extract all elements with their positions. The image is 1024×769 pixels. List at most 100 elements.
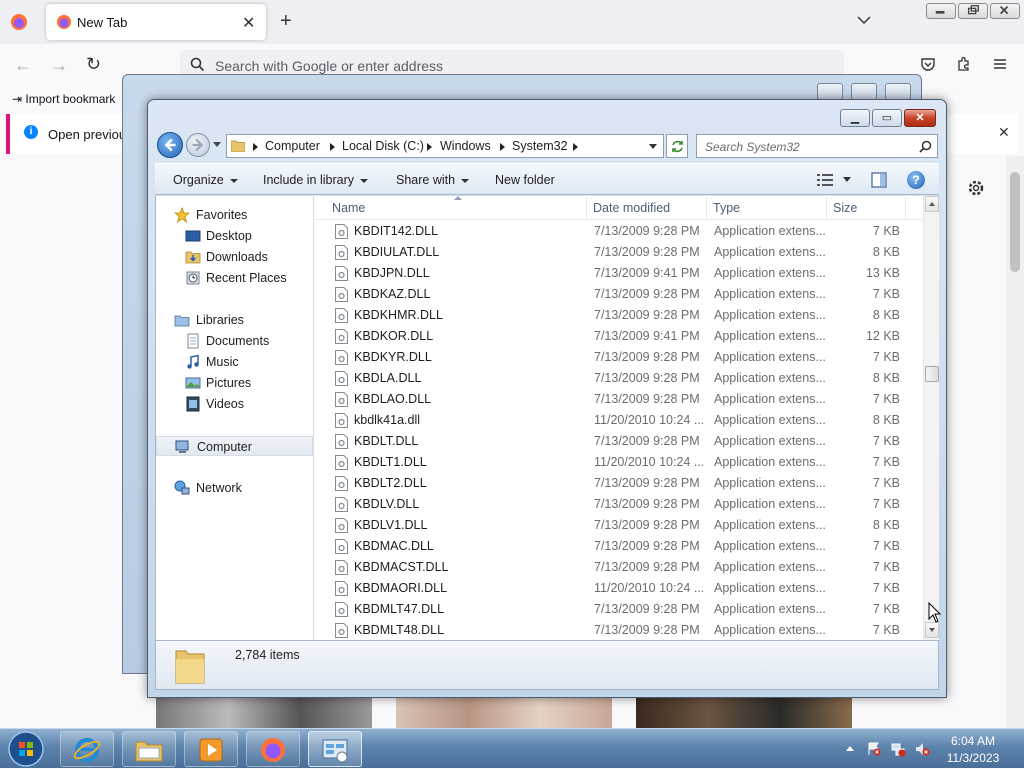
column-divider[interactable] [826,198,827,218]
file-row[interactable]: KBDMAORI.DLL 11/20/2010 10:24 ... Applicat… [315,578,923,599]
new-folder-button[interactable]: New folder [495,173,555,187]
close-tab-icon[interactable]: ✕ [242,13,255,33]
import-bookmarks-link[interactable]: ⇥ Import bookmark [12,92,115,106]
column-header-name[interactable]: Name [332,201,365,215]
list-all-tabs-icon[interactable] [856,12,872,28]
column-header-size[interactable]: Size [833,201,857,215]
file-row[interactable]: KBDMLT48.DLL 7/13/2009 9:28 PM Application… [315,620,923,640]
search-box[interactable]: Search System32 [696,134,938,158]
breadcrumb-computer[interactable]: Computer [265,139,320,153]
breadcrumb-separator[interactable] [253,143,258,151]
change-view-icon[interactable] [817,173,833,187]
breadcrumb-windows[interactable]: Windows [440,139,491,153]
view-options-dropdown[interactable] [843,177,851,182]
back-button[interactable] [157,132,183,158]
close-button[interactable] [885,83,911,100]
new-tab-button[interactable]: + [280,10,292,33]
file-row[interactable]: kbdlk41a.dll 11/20/2010 10:24 ... Applicat… [315,410,923,431]
include-in-library-button[interactable]: Include in library [263,173,369,187]
file-row[interactable]: KBDLT2.DLL 7/13/2009 9:28 PM Application e… [315,473,923,494]
gear-icon[interactable] [966,178,986,198]
reload-icon[interactable]: ↻ [86,54,101,75]
minimize-button[interactable] [926,3,956,19]
clock-time[interactable]: 6:04 AM [938,734,1008,748]
file-row[interactable]: KBDKYR.DLL 7/13/2009 9:28 PM Application e… [315,347,923,368]
nav-desktop[interactable]: Desktop [156,226,313,246]
address-bar[interactable]: Computer Local Disk (C:) Windows System3… [226,134,664,158]
nav-music[interactable]: Music [156,352,313,372]
top-site-thumbnail[interactable] [396,698,612,728]
breadcrumb-separator[interactable] [330,143,335,151]
close-icon[interactable]: ✕ [998,124,1010,141]
search-icon[interactable] [919,140,932,153]
scroll-down-arrow-icon[interactable] [925,622,939,638]
forward-arrow-icon[interactable]: → [50,55,68,76]
top-site-thumbnail[interactable] [636,698,852,728]
file-row[interactable]: KBDMACST.DLL 7/13/2009 9:28 PM Application… [315,557,923,578]
file-row[interactable]: KBDIT142.DLL 7/13/2009 9:28 PM Application… [315,221,923,242]
nav-downloads[interactable]: Downloads [156,247,313,267]
file-row[interactable]: KBDJPN.DLL 7/13/2009 9:41 PM Application e… [315,263,923,284]
column-header-type[interactable]: Type [713,201,740,215]
volume-muted-icon[interactable] [914,741,930,757]
internet-explorer-taskbar-button[interactable] [60,731,114,767]
nav-libraries[interactable]: Libraries [156,310,313,330]
column-divider[interactable] [586,198,587,218]
breadcrumb-system32[interactable]: System32 [512,139,568,153]
hamburger-menu-icon[interactable] [992,56,1008,72]
pocket-icon[interactable] [920,56,936,72]
file-row[interactable]: KBDKHMR.DLL 7/13/2009 9:28 PM Application … [315,305,923,326]
scrollbar-thumb[interactable] [1010,172,1020,272]
column-divider[interactable] [905,198,906,218]
file-row[interactable]: KBDLV.DLL 7/13/2009 9:28 PM Application ex… [315,494,923,515]
file-list-scrollbar[interactable] [923,196,939,640]
scrollbar-thumb[interactable] [925,366,939,382]
file-row[interactable]: KBDLT1.DLL 11/20/2010 10:24 ... Applicatio… [315,452,923,473]
refresh-button[interactable] [666,134,688,158]
extensions-icon[interactable] [956,56,972,72]
file-row[interactable]: KBDKAZ.DLL 7/13/2009 9:28 PM Application e… [315,284,923,305]
share-with-button[interactable]: Share with [396,173,470,187]
control-panel-taskbar-button[interactable] [308,731,362,767]
top-site-thumbnail[interactable] [156,698,372,728]
nav-favorites[interactable]: Favorites [156,205,313,225]
start-button[interactable] [3,729,49,769]
organize-button[interactable]: Organize [173,173,238,187]
preview-pane-icon[interactable] [871,172,887,188]
nav-documents[interactable]: Documents [156,331,313,351]
maximize-button[interactable]: ▭ [872,109,902,127]
close-button[interactable]: ✕ [904,109,936,127]
breadcrumb-separator[interactable] [427,143,432,151]
file-row[interactable]: KBDKOR.DLL 7/13/2009 9:41 PM Application e… [315,326,923,347]
forward-button[interactable] [186,133,210,157]
recent-pages-dropdown[interactable] [213,142,221,147]
address-history-dropdown[interactable] [649,144,657,149]
action-center-icon[interactable] [866,741,882,757]
firefox-taskbar-button[interactable] [246,731,300,767]
browser-scrollbar[interactable] [1006,156,1024,728]
explorer-taskbar-button[interactable] [122,731,176,767]
file-row[interactable]: KBDLT.DLL 7/13/2009 9:28 PM Application ex… [315,431,923,452]
breadcrumb-local-disk[interactable]: Local Disk (C:) [342,139,424,153]
close-button[interactable] [990,3,1020,19]
maximize-button[interactable] [851,83,877,100]
file-row[interactable]: KBDLAO.DLL 7/13/2009 9:28 PM Application e… [315,389,923,410]
nav-computer[interactable]: Computer [156,436,313,456]
firefox-icon[interactable] [10,13,28,31]
help-icon[interactable]: ? [907,171,925,189]
navigation-pane[interactable]: Favorites Desktop Downloads Recent Place… [156,196,314,640]
file-row[interactable]: KBDLV1.DLL 7/13/2009 9:28 PM Application e… [315,515,923,536]
file-row[interactable]: KBDLA.DLL 7/13/2009 9:28 PM Application ex… [315,368,923,389]
nav-network[interactable]: Network [156,478,313,498]
file-list[interactable]: Name Date modified Type Size KBDIT142.DL… [315,196,939,640]
back-arrow-icon[interactable]: ← [14,55,32,76]
column-divider[interactable] [706,198,707,218]
file-row[interactable]: KBDMLT47.DLL 7/13/2009 9:28 PM Application… [315,599,923,620]
media-player-taskbar-button[interactable] [184,731,238,767]
nav-recent-places[interactable]: Recent Places [156,268,313,288]
browser-tab-new-tab[interactable]: New Tab ✕ [46,4,266,40]
restore-button[interactable] [958,3,988,19]
clock-date[interactable]: 11/3/2023 [938,751,1008,765]
file-row[interactable]: KBDMAC.DLL 7/13/2009 9:28 PM Application e… [315,536,923,557]
nav-videos[interactable]: Videos [156,394,313,414]
